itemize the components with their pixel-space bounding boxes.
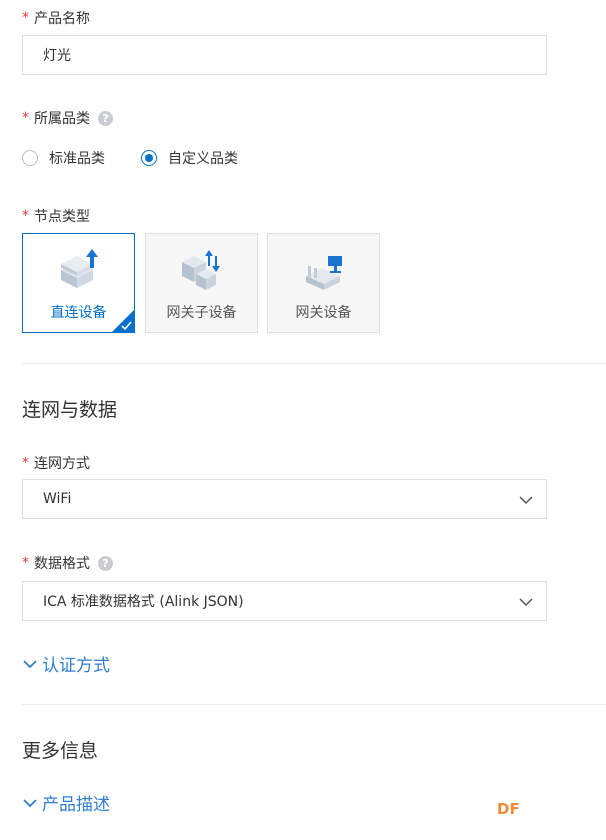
product-description-label: 产品描述 [42, 795, 110, 815]
node-type-label-text: 节点类型 [34, 209, 90, 225]
section-title-more-info: 更多信息 [22, 740, 99, 762]
data-format-label-text: 数据格式 [34, 556, 90, 572]
card-label: 网关设备 [295, 305, 352, 321]
section-divider [22, 704, 606, 705]
chevron-down-icon [23, 798, 37, 807]
radio-label: 标准品类 [49, 151, 105, 167]
required-mark: * [22, 208, 29, 224]
watermark-logo: DF [497, 800, 520, 818]
node-type-label: * 节点类型 [22, 206, 90, 226]
required-mark: * [22, 10, 29, 26]
required-mark: * [22, 455, 29, 471]
product-name-label: * 产品名称 [22, 8, 90, 28]
gateway-device-icon [305, 256, 342, 290]
radio-circle[interactable] [22, 150, 38, 166]
node-card-direct-device[interactable]: 直连设备 [22, 233, 135, 333]
section-title-network: 连网与数据 [22, 399, 118, 421]
data-format-label: * 数据格式 ? [22, 553, 113, 573]
chevron-down-icon [23, 659, 37, 668]
data-format-value: ICA 标准数据格式 (Alink JSON) [43, 594, 244, 610]
direct-device-icon [60, 249, 98, 288]
card-label: 网关子设备 [166, 305, 237, 321]
chevron-down-icon [519, 496, 533, 505]
selected-check-icon [111, 309, 135, 333]
radio-custom-category[interactable]: 自定义品类 [141, 148, 238, 168]
product-name-label-text: 产品名称 [34, 11, 90, 27]
connect-method-select[interactable]: WiFi [22, 479, 547, 519]
radio-circle-checked[interactable] [141, 150, 157, 166]
product-description-expander[interactable]: 产品描述 [22, 790, 110, 815]
chevron-down-icon [519, 598, 533, 607]
connect-method-label: * 连网方式 [22, 453, 90, 473]
category-label-text: 所属品类 [34, 111, 90, 127]
product-name-value: 灯光 [43, 48, 71, 64]
required-mark: * [22, 555, 29, 571]
connect-method-label-text: 连网方式 [34, 456, 90, 472]
required-mark: * [22, 110, 29, 126]
category-label: * 所属品类 ? [22, 108, 113, 128]
auth-method-expander[interactable]: 认证方式 [22, 651, 110, 676]
node-card-gateway-device[interactable]: 网关设备 [267, 233, 380, 333]
radio-label: 自定义品类 [168, 151, 238, 167]
node-card-gateway-subdevice[interactable]: 网关子设备 [145, 233, 258, 333]
auth-method-label: 认证方式 [42, 656, 110, 676]
category-radio-group: 标准品类 自定义品类 [22, 148, 274, 168]
help-icon[interactable]: ? [98, 555, 113, 571]
section-divider [22, 363, 606, 364]
connect-method-value: WiFi [43, 491, 72, 507]
data-format-select[interactable]: ICA 标准数据格式 (Alink JSON) [22, 581, 547, 621]
card-label: 直连设备 [50, 305, 107, 321]
gateway-subdevice-icon [181, 250, 220, 290]
radio-standard-category[interactable]: 标准品类 [22, 148, 105, 168]
help-icon[interactable]: ? [98, 110, 113, 126]
product-name-input[interactable]: 灯光 [22, 35, 547, 75]
